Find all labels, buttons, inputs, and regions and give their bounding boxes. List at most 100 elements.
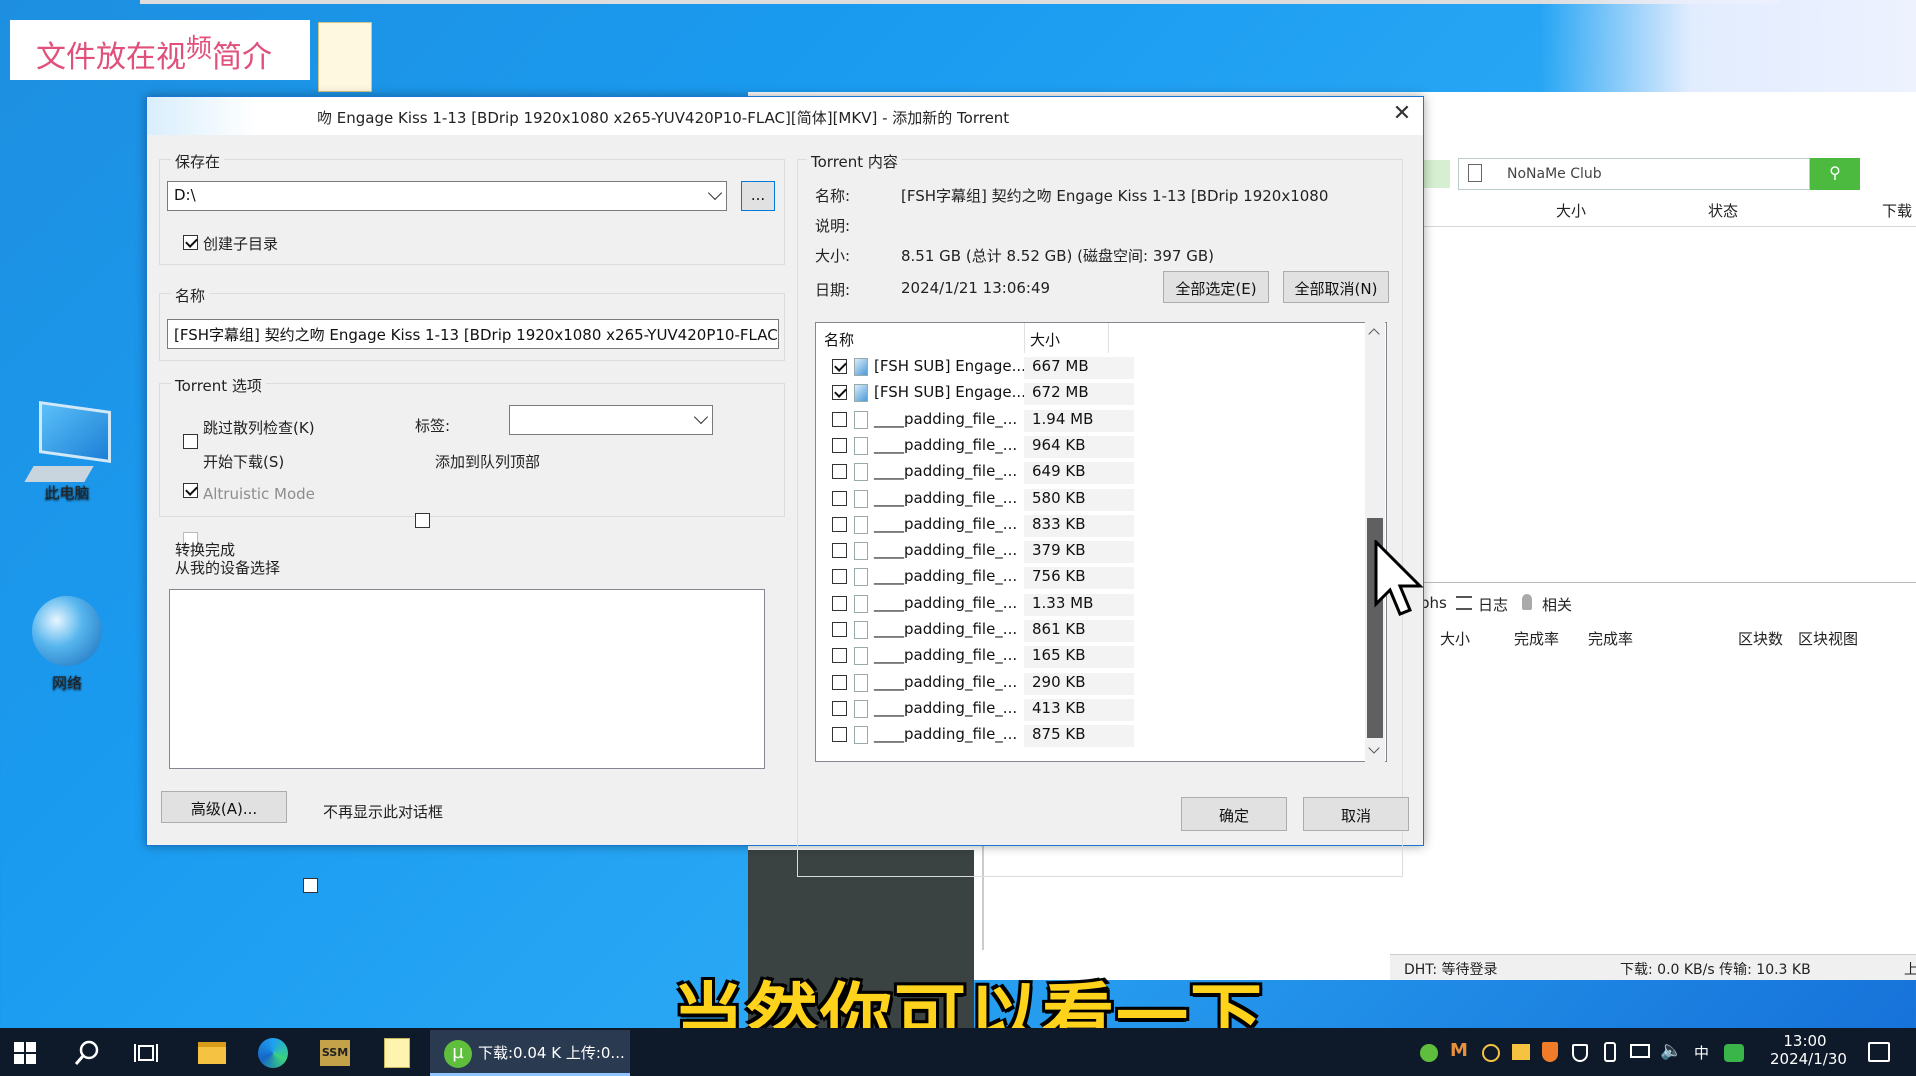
file-explorer-icon[interactable]: [198, 1042, 226, 1064]
ssm-app-icon[interactable]: SSM: [320, 1040, 350, 1066]
deselect-all-button[interactable]: 全部取消(N): [1283, 271, 1389, 303]
watermark-label: 文件放在视频简介: [10, 20, 310, 80]
file-row[interactable]: [FSH SUB] Engage... 672 MB: [816, 380, 1371, 406]
file-row-size: 413 KB: [1024, 698, 1134, 721]
file-row[interactable]: [FSH SUB] Engage... 667 MB: [816, 354, 1371, 380]
ok-button[interactable]: 确定: [1181, 797, 1287, 831]
tray-utorrent-icon[interactable]: [1420, 1044, 1438, 1062]
file-row[interactable]: ____padding_file_... 964 KB: [816, 433, 1371, 459]
windows-start-icon[interactable]: [14, 1042, 36, 1064]
search-icon[interactable]: [74, 1040, 100, 1066]
notepad-icon[interactable]: [384, 1038, 410, 1068]
file-row-checkbox[interactable]: [832, 595, 847, 611]
content-size-key: 大小:: [815, 247, 851, 265]
create-subdir-checkbox[interactable]: [183, 235, 198, 250]
browse-button[interactable]: ...: [741, 181, 775, 211]
file-row-checkbox[interactable]: [832, 674, 847, 690]
col-header-size[interactable]: 大小: [1030, 329, 1060, 350]
bg-col-download[interactable]: 下载: [1882, 200, 1912, 221]
file-row[interactable]: ____padding_file_... 861 KB: [816, 617, 1371, 643]
file-row[interactable]: ____padding_file_... 649 KB: [816, 459, 1371, 485]
file-row[interactable]: ____padding_file_... 379 KB: [816, 538, 1371, 564]
chevron-up-icon[interactable]: [1368, 328, 1380, 340]
file-icon: [854, 489, 868, 508]
dont-show-again-checkbox[interactable]: [303, 878, 318, 893]
torrent-content-title: Torrent 内容: [807, 151, 902, 172]
col-header-name[interactable]: 名称: [824, 329, 854, 350]
file-row-name: ____padding_file_...: [874, 698, 1018, 717]
status-transfer-rate: 下载: 0.0 KB/s 传输: 10.3 KB: [1620, 962, 1811, 978]
file-row-checkbox[interactable]: [832, 490, 847, 506]
background-green-button[interactable]: [1424, 160, 1450, 188]
bg-col-pieces[interactable]: 区块数: [1738, 628, 1783, 649]
file-row-checkbox[interactable]: [832, 622, 847, 637]
file-row[interactable]: ____padding_file_... 875 KB: [816, 722, 1371, 748]
desktop-icon-this-pc[interactable]: 此电脑: [12, 400, 122, 503]
device-list[interactable]: [169, 589, 765, 769]
skip-hash-checkbox[interactable]: [183, 434, 198, 449]
add-to-queue-top-label: 添加到队列顶部: [435, 453, 541, 471]
file-list[interactable]: 名称 大小 [FSH SUB] Engage... 667 MB [FSH SUB]…: [815, 322, 1387, 762]
bg-col-pieces-view[interactable]: 区块视图: [1798, 628, 1858, 649]
save-path-combo[interactable]: D:\: [167, 181, 727, 211]
file-row-checkbox[interactable]: [832, 648, 847, 664]
file-icon: [854, 621, 868, 639]
file-row-size: 875 KB: [1024, 725, 1134, 748]
file-row-checkbox[interactable]: [832, 516, 847, 532]
file-row[interactable]: ____padding_file_... 833 KB: [816, 512, 1371, 538]
close-button[interactable]: ✕: [1385, 101, 1419, 131]
chevron-down-icon[interactable]: [1368, 742, 1380, 754]
file-row-checkbox[interactable]: [832, 543, 847, 559]
desktop-folder-icon[interactable]: [318, 22, 372, 92]
tray-shield-icon[interactable]: [1542, 1042, 1558, 1062]
file-row-checkbox[interactable]: [832, 464, 847, 480]
start-download-checkbox[interactable]: [183, 483, 198, 498]
tray-ime-indicator[interactable]: 中: [1694, 1042, 1709, 1063]
tray-usb-icon[interactable]: [1604, 1042, 1616, 1062]
tab-log[interactable]: 日志: [1478, 594, 1508, 615]
background-search-input[interactable]: NoNaMe Club: [1458, 158, 1810, 190]
desktop-icon-network[interactable]: 网络: [12, 596, 122, 693]
advanced-button[interactable]: 高级(A)...: [161, 791, 287, 823]
file-row[interactable]: ____padding_file_... 1.33 MB: [816, 591, 1371, 617]
add-to-queue-top-checkbox[interactable]: [415, 513, 430, 528]
edge-browser-icon[interactable]: [258, 1038, 288, 1068]
file-row[interactable]: ____padding_file_... 756 KB: [816, 564, 1371, 590]
tray-network-icon[interactable]: [1630, 1044, 1650, 1058]
file-row-checkbox[interactable]: [832, 727, 847, 743]
file-row[interactable]: ____padding_file_... 1.94 MB: [816, 407, 1371, 433]
file-row-checkbox[interactable]: [832, 700, 847, 716]
task-view-icon[interactable]: [134, 1042, 158, 1064]
bg-col-progress[interactable]: 完成率: [1514, 628, 1559, 649]
file-row-checkbox[interactable]: [832, 569, 847, 585]
bg-col-status[interactable]: 状态: [1708, 200, 1738, 221]
tab-related[interactable]: 相关: [1542, 594, 1572, 615]
file-row-checkbox[interactable]: [832, 359, 847, 374]
file-row-size: 756 KB: [1024, 567, 1134, 590]
chevron-down-icon: [693, 409, 709, 425]
search-button[interactable]: ⚲: [1810, 158, 1860, 190]
tray-mail-icon[interactable]: M: [1450, 1040, 1468, 1061]
select-all-button[interactable]: 全部选定(E): [1163, 271, 1269, 303]
tray-security-icon[interactable]: [1572, 1044, 1588, 1062]
bg-col-size-2[interactable]: 大小: [1440, 628, 1470, 649]
bg-col-size[interactable]: 大小: [1556, 200, 1586, 221]
tray-volume-icon[interactable]: 🔈: [1660, 1040, 1682, 1061]
file-row-checkbox[interactable]: [832, 411, 847, 427]
tray-clock[interactable]: 13:00 2024/1/30: [1770, 1032, 1847, 1068]
tray-sync-icon[interactable]: [1482, 1044, 1500, 1062]
tray-folder-icon[interactable]: [1512, 1044, 1530, 1060]
tag-combo[interactable]: [509, 405, 713, 435]
file-row[interactable]: ____padding_file_... 290 KB: [816, 670, 1371, 696]
file-row[interactable]: ____padding_file_... 413 KB: [816, 696, 1371, 722]
file-row-checkbox[interactable]: [832, 385, 847, 401]
file-row[interactable]: ____padding_file_... 165 KB: [816, 643, 1371, 669]
tray-app-icon[interactable]: [1724, 1044, 1744, 1062]
torrent-name-input[interactable]: [FSH字幕组] 契约之吻 Engage Kiss 1-13 [BDrip 19…: [167, 319, 779, 349]
file-row-checkbox[interactable]: [832, 437, 847, 453]
file-icon: [854, 647, 868, 666]
cancel-button[interactable]: 取消: [1303, 797, 1409, 831]
notification-center-icon[interactable]: [1868, 1042, 1890, 1062]
file-row[interactable]: ____padding_file_... 580 KB: [816, 486, 1371, 512]
bg-col-progress-2[interactable]: 完成率: [1588, 628, 1633, 649]
